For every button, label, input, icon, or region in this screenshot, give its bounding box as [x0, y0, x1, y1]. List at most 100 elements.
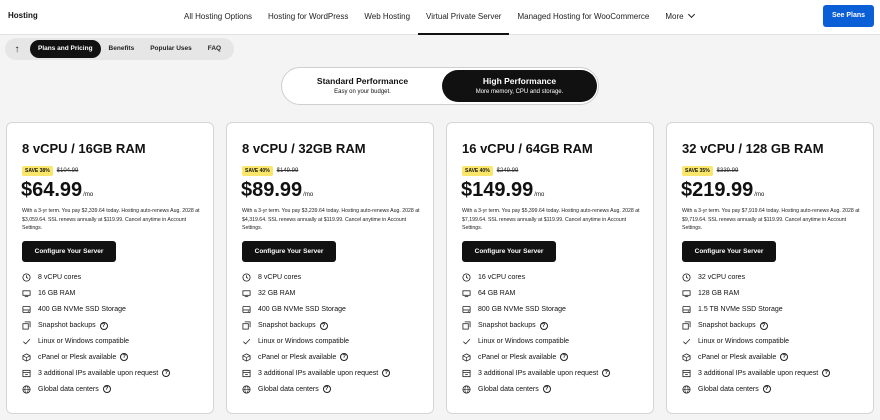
feature-label: cPanel or Plesk available — [258, 353, 337, 361]
feature-label: Linux or Windows compatible — [698, 338, 790, 345]
feature-label: 1.5 TB NVMe SSD Storage — [698, 306, 783, 314]
feature-label: 32 vCPU cores — [698, 274, 746, 282]
nav-wordpress-hosting[interactable]: Hosting for WordPress — [260, 0, 356, 35]
feature-item: 800 GB NVMe SSD Storage — [462, 302, 647, 318]
help-icon[interactable]: ? — [382, 369, 391, 378]
feature-item: Snapshot backups? — [682, 318, 867, 334]
save-badge: SAVE 40% — [462, 166, 493, 176]
feature-item: Snapshot backups? — [22, 318, 207, 334]
help-icon[interactable]: ? — [99, 321, 108, 330]
feature-label: Global data centers — [478, 385, 539, 393]
help-icon[interactable]: ? — [780, 353, 789, 362]
ip-icon — [682, 369, 691, 378]
feature-item: 16 vCPU cores — [462, 270, 647, 286]
subnav-popular-uses[interactable]: Popular Uses — [142, 40, 200, 58]
help-icon[interactable]: ? — [542, 385, 551, 394]
backup-icon — [462, 321, 471, 330]
help-icon[interactable]: ? — [602, 369, 611, 378]
feature-item: 400 GB NVMe SSD Storage — [242, 302, 427, 318]
standard-performance-option[interactable]: Standard Performance Easy on your budget… — [285, 70, 440, 102]
feature-item: 64 GB RAM — [462, 286, 647, 302]
globe-icon — [242, 385, 251, 394]
feature-item: 32 vCPU cores — [682, 270, 867, 286]
help-icon[interactable]: ? — [759, 321, 768, 330]
nav-more[interactable]: More — [657, 0, 701, 35]
nav-woocommerce[interactable]: Managed Hosting for WooCommerce — [509, 0, 657, 35]
price-period: /mo — [754, 192, 765, 198]
memory-icon — [462, 289, 471, 298]
panel-icon — [682, 353, 691, 362]
help-icon[interactable]: ? — [120, 353, 129, 362]
plan-card: 8 vCPU / 32GB RAM SAVE 40% $149.99 $89.9… — [226, 122, 434, 414]
feature-label: Linux or Windows compatible — [258, 338, 350, 345]
see-plans-button[interactable]: See Plans — [823, 5, 874, 27]
configure-server-button[interactable]: Configure Your Server — [682, 241, 776, 262]
help-icon[interactable]: ? — [162, 369, 171, 378]
feature-label: 64 GB RAM — [478, 290, 516, 298]
plan-price: $149.99/mo — [461, 179, 544, 202]
plan-price: $219.99/mo — [681, 179, 764, 202]
high-title: High Performance — [482, 76, 557, 86]
nav-all-hosting[interactable]: All Hosting Options — [176, 0, 260, 35]
feature-label: 16 vCPU cores — [478, 274, 526, 282]
feature-item: Global data centers? — [462, 381, 647, 397]
feature-label: 8 vCPU cores — [38, 274, 82, 282]
performance-toggle: Standard Performance Easy on your budget… — [281, 67, 599, 105]
standard-title: Standard Performance — [316, 76, 409, 86]
plan-title: 8 vCPU / 32GB RAM — [242, 141, 366, 156]
help-icon[interactable]: ? — [340, 353, 349, 362]
help-icon[interactable]: ? — [319, 321, 328, 330]
plan-title: 16 vCPU / 64GB RAM — [462, 141, 593, 156]
high-performance-option[interactable]: High Performance More memory, CPU and st… — [442, 70, 597, 102]
feature-label: Snapshot backups — [38, 322, 96, 330]
help-icon[interactable]: ? — [762, 385, 771, 394]
check-icon — [242, 337, 251, 346]
price-period: /mo — [83, 192, 94, 198]
feature-label: 3 additional IPs available upon request — [38, 369, 159, 377]
nav-vps[interactable]: Virtual Private Server — [418, 0, 510, 35]
feature-label: 16 GB RAM — [38, 290, 76, 298]
help-icon[interactable]: ? — [102, 385, 111, 394]
help-icon[interactable]: ? — [322, 385, 331, 394]
nav-web-hosting[interactable]: Web Hosting — [356, 0, 418, 35]
feature-item: 1.5 TB NVMe SSD Storage — [682, 302, 867, 318]
configure-server-button[interactable]: Configure Your Server — [242, 241, 336, 262]
feature-list: 32 vCPU cores 128 GB RAM 1.5 TB NVMe SSD S… — [682, 270, 867, 397]
feature-item: Global data centers? — [242, 381, 427, 397]
configure-server-button[interactable]: Configure Your Server — [462, 241, 556, 262]
section-subnav: ↑ Plans and Pricing Benefits Popular Use… — [5, 38, 234, 60]
panel-icon — [22, 353, 31, 362]
plan-card: 16 vCPU / 64GB RAM SAVE 40% $249.99 $149… — [446, 122, 654, 414]
cpu-icon — [22, 273, 31, 282]
feature-label: Global data centers — [38, 385, 99, 393]
configure-server-button[interactable]: Configure Your Server — [22, 241, 116, 262]
feature-item: 8 vCPU cores — [22, 270, 207, 286]
feature-item: cPanel or Plesk available? — [462, 349, 647, 365]
storage-icon — [22, 305, 31, 314]
subnav-benefits[interactable]: Benefits — [101, 40, 143, 58]
standard-subtitle: Easy on your budget. — [334, 89, 391, 95]
subnav-faq[interactable]: FAQ — [200, 40, 229, 58]
feature-item: 128 GB RAM — [682, 286, 867, 302]
original-price: $339.99 — [716, 168, 739, 174]
feature-label: 3 additional IPs available upon request — [478, 369, 599, 377]
brand-title: Hosting — [8, 11, 38, 20]
globe-icon — [22, 385, 31, 394]
arrow-up-icon[interactable]: ↑ — [8, 40, 26, 58]
discount-row: SAVE 40% $249.99 — [462, 166, 518, 176]
globe-icon — [462, 385, 471, 394]
feature-item: 3 additional IPs available upon request? — [462, 365, 647, 381]
feature-list: 16 vCPU cores 64 GB RAM 800 GB NVMe SSD St… — [462, 270, 647, 397]
plan-title: 32 vCPU / 128 GB RAM — [682, 141, 824, 156]
feature-item: cPanel or Plesk available? — [242, 349, 427, 365]
help-icon[interactable]: ? — [539, 321, 548, 330]
subnav-plans-pricing[interactable]: Plans and Pricing — [30, 40, 101, 58]
help-icon[interactable]: ? — [560, 353, 569, 362]
cpu-icon — [462, 273, 471, 282]
plan-price: $64.99/mo — [21, 179, 93, 202]
plan-title: 8 vCPU / 16GB RAM — [22, 141, 146, 156]
feature-item: Snapshot backups? — [242, 318, 427, 334]
memory-icon — [242, 289, 251, 298]
help-icon[interactable]: ? — [822, 369, 831, 378]
feature-label: 800 GB NVMe SSD Storage — [478, 306, 566, 314]
